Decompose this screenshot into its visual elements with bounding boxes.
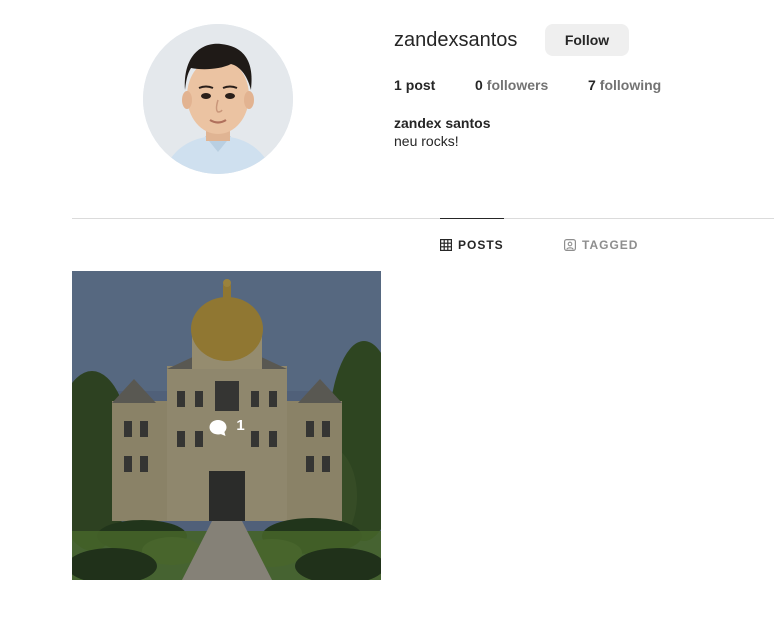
follow-button[interactable]: Follow [545, 24, 629, 56]
posts-count: 1 [394, 77, 402, 93]
following-count: 7 [588, 77, 596, 93]
post-comment-count: 1 [236, 417, 245, 434]
followers-stat[interactable]: 0 followers [475, 77, 548, 93]
tab-tagged-label: TAGGED [582, 238, 639, 252]
profile-avatar[interactable] [143, 24, 293, 174]
profile-bio: neu rocks! [394, 133, 459, 149]
profile-username: zandexsantos [394, 29, 518, 51]
posts-count-stat: 1 post [394, 77, 435, 93]
post-thumbnail[interactable]: 1 [72, 271, 381, 580]
tab-tagged[interactable]: TAGGED [564, 219, 638, 271]
comment-icon [208, 418, 228, 438]
following-label: following [599, 77, 662, 93]
post-hover-overlay: 1 [72, 271, 381, 580]
tab-posts-label: POSTS [458, 238, 504, 252]
avatar-photo [143, 24, 293, 174]
tag-icon [564, 239, 576, 251]
posts-label: post [405, 77, 436, 93]
followers-label: followers [486, 77, 549, 93]
tabs-divider [72, 218, 774, 219]
tab-posts[interactable]: POSTS [440, 218, 504, 271]
following-stat[interactable]: 7 following [588, 77, 661, 93]
grid-icon [440, 239, 452, 251]
profile-full-name: zandex santos [394, 115, 491, 131]
followers-count: 0 [475, 77, 483, 93]
profile-page: zandexsantos Follow 1 post 0 followers 7 fo… [0, 0, 774, 621]
